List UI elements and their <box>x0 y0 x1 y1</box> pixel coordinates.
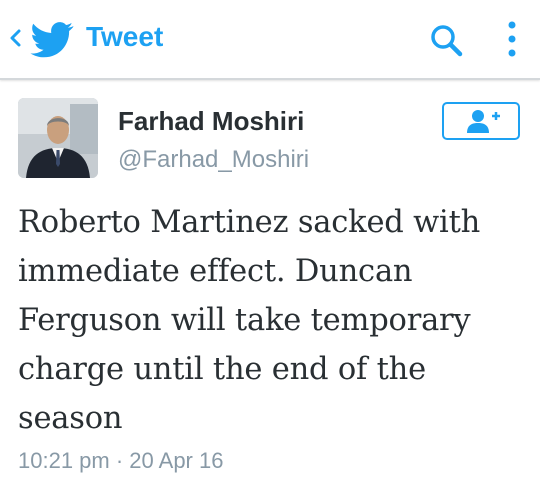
back-button[interactable] <box>8 26 22 50</box>
author-handle[interactable]: @Farhad_Moshiri <box>118 146 309 174</box>
page-title: Tweet <box>86 21 164 52</box>
author-name[interactable]: Farhad Moshiri <box>118 106 304 137</box>
twitter-bird-icon[interactable] <box>30 22 74 58</box>
tweet-detail: Farhad Moshiri @Farhad_Moshiri Roberto M… <box>0 80 540 491</box>
overflow-menu-button[interactable] <box>502 18 522 62</box>
avatar[interactable] <box>18 98 98 178</box>
chevron-left-icon <box>10 29 21 47</box>
follow-button[interactable] <box>442 102 520 140</box>
search-button[interactable] <box>428 22 466 60</box>
search-icon <box>431 25 463 57</box>
add-user-icon <box>467 110 500 133</box>
app-bar: Tweet <box>0 0 540 80</box>
more-vertical-icon <box>508 21 516 57</box>
tweet-timestamp[interactable]: 10:21 pm · 20 Apr 16 <box>18 448 223 474</box>
tweet-text: Roberto Martinez sacked with immediate e… <box>18 205 481 436</box>
